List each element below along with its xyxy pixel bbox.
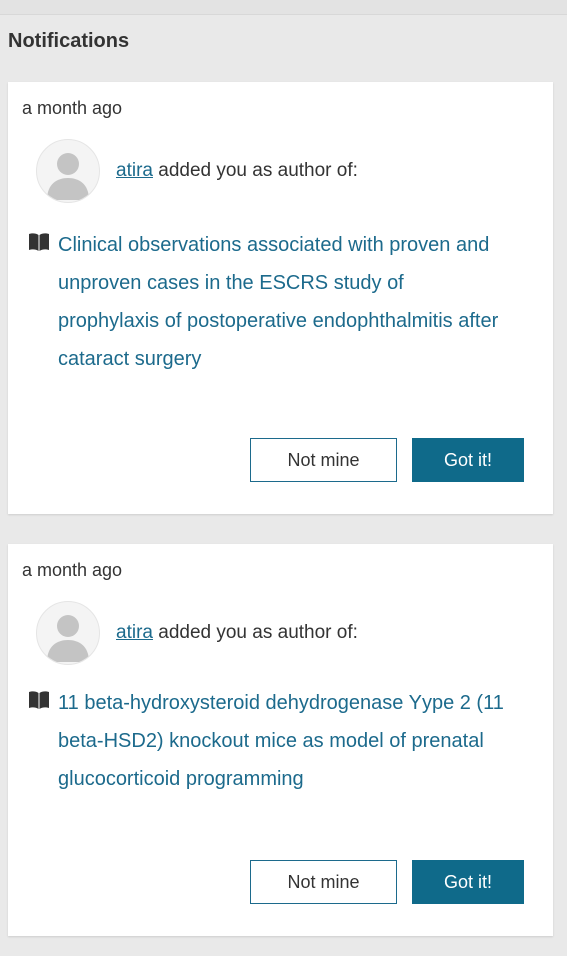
publication-row: 11 beta-hydroxysteroid dehydrogenase Yyp…	[28, 684, 508, 798]
got-it-button[interactable]: Got it!	[412, 438, 524, 482]
user-avatar-icon	[36, 601, 100, 665]
author-action-text: added you as author of:	[158, 160, 358, 181]
author-message: atira added you as author of:	[116, 622, 358, 644]
author-link[interactable]: atira	[116, 160, 153, 181]
author-row: atira added you as author of:	[36, 139, 358, 203]
author-row: atira added you as author of:	[36, 601, 358, 665]
open-book-icon	[29, 233, 49, 251]
user-avatar-icon	[36, 139, 100, 203]
top-panel-edge	[0, 0, 567, 15]
author-link[interactable]: atira	[116, 622, 153, 643]
notification-card: a month ago atira added you as author of…	[8, 82, 553, 514]
notification-actions: Not mine Got it!	[250, 438, 524, 482]
author-action-text: added you as author of:	[158, 622, 358, 643]
publication-row: Clinical observations associated with pr…	[28, 226, 508, 378]
notification-card: a month ago atira added you as author of…	[8, 544, 553, 936]
notification-actions: Not mine Got it!	[250, 860, 524, 904]
got-it-button[interactable]: Got it!	[412, 860, 524, 904]
open-book-icon	[29, 691, 49, 709]
notification-timestamp: a month ago	[22, 98, 123, 118]
author-message: atira added you as author of:	[116, 160, 358, 182]
not-mine-button[interactable]: Not mine	[250, 438, 397, 482]
notifications-heading: Notifications	[8, 30, 130, 52]
publication-title-link[interactable]: Clinical observations associated with pr…	[58, 226, 508, 378]
publication-title-link[interactable]: 11 beta-hydroxysteroid dehydrogenase Yyp…	[58, 684, 508, 798]
not-mine-button[interactable]: Not mine	[250, 860, 397, 904]
notification-timestamp: a month ago	[22, 560, 123, 580]
